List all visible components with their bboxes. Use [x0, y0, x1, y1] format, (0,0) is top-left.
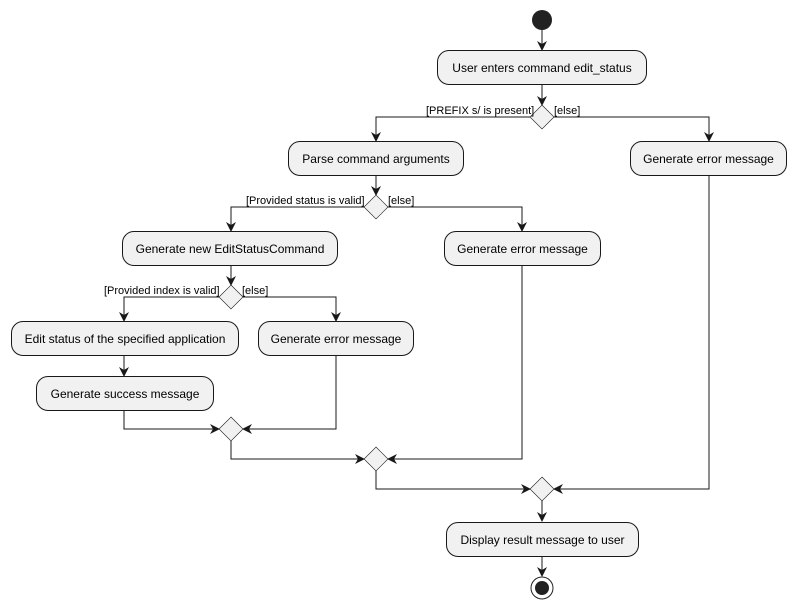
merge-prefix — [529, 476, 555, 502]
guard-prefix-else: [else] — [554, 105, 581, 117]
action-display-result-message: Display result message to user — [446, 522, 639, 557]
edge-prefix-present — [371, 116, 530, 142]
diagram-canvas — [119, 10, 714, 600]
guard-index-else: [else] — [242, 285, 269, 297]
edge-error-prefix-to-merge-prefix — [553, 176, 710, 494]
edge-status-else — [388, 206, 527, 232]
action-parse-command-arguments: Parse command arguments — [288, 141, 464, 176]
edge-index-else — [243, 296, 341, 322]
guard-status-else: [else] — [388, 195, 415, 207]
edge-index-valid — [119, 296, 219, 322]
edge-success-to-merge-index — [123, 411, 220, 434]
edge-merge-index-to-merge-status — [230, 441, 365, 464]
edge-error-status-to-merge-status — [387, 266, 523, 464]
action-generate-error-message-status: Generate error message — [444, 231, 601, 266]
edge-status-valid — [226, 206, 364, 232]
edge-error-index-to-merge-index — [242, 356, 337, 434]
action-generate-error-message-prefix: Generate error message — [630, 141, 787, 176]
edge-prefix-else — [554, 116, 714, 142]
end-node — [535, 581, 549, 595]
action-generate-error-message-index: Generate error message — [258, 321, 414, 356]
start-node — [532, 10, 552, 30]
action-user-enters-command: User enters command edit_status — [437, 50, 647, 85]
guard-status-valid: [Provided status is valid] — [246, 195, 365, 207]
action-generate-edit-status-command: Generate new EditStatusCommand — [122, 231, 338, 266]
action-edit-status: Edit status of the specified application — [11, 321, 239, 356]
guard-index-valid: [Provided index is valid] — [104, 285, 220, 297]
merge-status — [363, 446, 389, 472]
merge-index — [218, 416, 244, 442]
edge-merge-status-to-merge-prefix — [375, 471, 531, 494]
action-generate-success-message: Generate success message — [36, 376, 214, 411]
guard-prefix-present: [PREFIX s/ is present] — [426, 105, 535, 117]
decision-index-valid — [218, 284, 244, 310]
decision-status-valid — [363, 194, 389, 220]
